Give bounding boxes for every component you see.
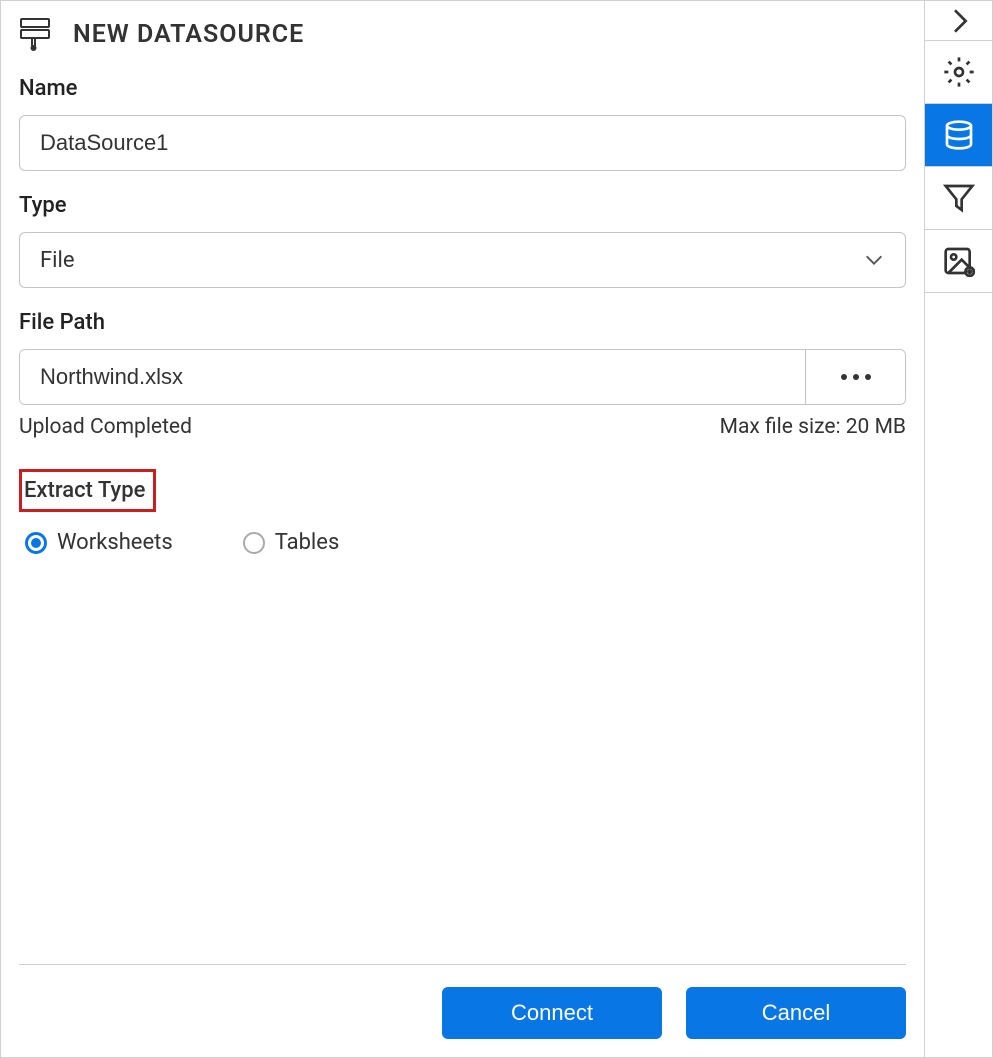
panel-header: NEW DATASOURCE — [19, 16, 906, 52]
file-browse-button[interactable] — [805, 350, 905, 404]
name-input[interactable] — [19, 115, 906, 171]
radio-worksheets-circle — [25, 532, 47, 554]
max-file-size-text: Max file size: 20 MB — [720, 415, 906, 439]
form-body: Name Type File File Path — [19, 76, 906, 964]
type-label: Type — [19, 193, 906, 218]
name-group: Name — [19, 76, 906, 171]
sidebar-settings-button[interactable] — [925, 41, 992, 104]
file-path-group: File Path Upload Completed Max file size… — [19, 310, 906, 439]
file-path-label: File Path — [19, 310, 906, 335]
file-status-row: Upload Completed Max file size: 20 MB — [19, 415, 906, 439]
right-sidebar — [925, 1, 992, 1057]
ellipsis-icon — [838, 372, 874, 382]
file-path-input[interactable] — [20, 350, 805, 404]
radio-tables-label: Tables — [275, 530, 340, 555]
panel-footer: Connect Cancel — [19, 964, 906, 1039]
connect-button[interactable]: Connect — [442, 987, 662, 1039]
radio-worksheets[interactable]: Worksheets — [25, 530, 173, 555]
file-input-group — [19, 349, 906, 405]
extract-type-radio-group: Worksheets Tables — [19, 530, 906, 555]
database-icon — [943, 119, 975, 151]
type-group: Type File — [19, 193, 906, 288]
radio-worksheets-label: Worksheets — [57, 530, 173, 555]
sidebar-expand-button[interactable] — [925, 1, 992, 41]
extract-type-label: Extract Type — [19, 469, 156, 512]
upload-status-text: Upload Completed — [19, 415, 192, 439]
datasource-header-icon — [19, 16, 55, 52]
radio-tables[interactable]: Tables — [243, 530, 340, 555]
sidebar-filter-button[interactable] — [925, 167, 992, 230]
type-select[interactable]: File — [19, 232, 906, 288]
sidebar-image-settings-button[interactable] — [925, 230, 992, 293]
sidebar-datasource-button[interactable] — [925, 104, 992, 167]
name-label: Name — [19, 76, 906, 101]
radio-tables-circle — [243, 532, 265, 554]
filter-icon — [943, 182, 975, 214]
chevron-down-icon — [863, 249, 885, 271]
type-selected-value: File — [40, 248, 75, 273]
chevron-right-icon — [943, 5, 975, 37]
gear-icon — [943, 56, 975, 88]
extract-type-group: Extract Type Worksheets Tables — [19, 469, 906, 555]
panel-title: NEW DATASOURCE — [73, 20, 304, 49]
main-panel: NEW DATASOURCE Name Type File File Path — [1, 1, 925, 1057]
cancel-button[interactable]: Cancel — [686, 987, 906, 1039]
image-settings-icon — [943, 245, 975, 277]
